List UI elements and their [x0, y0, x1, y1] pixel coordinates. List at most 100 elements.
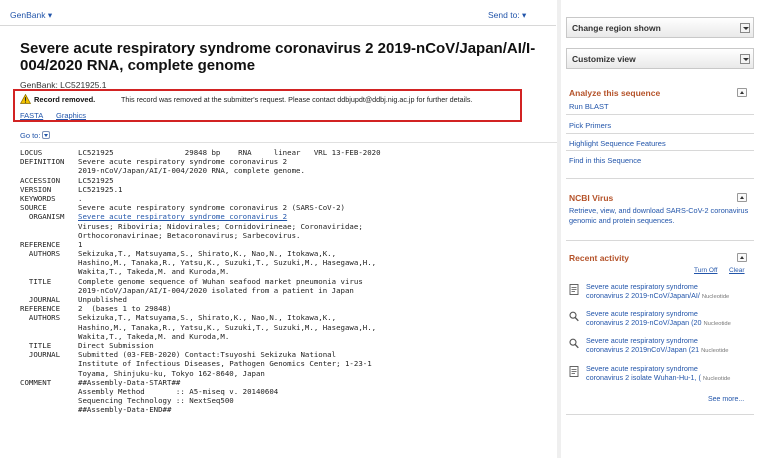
collapse-icon[interactable]: [737, 193, 747, 202]
genbank-line: Hashino,M., Tanaka,R., Yatsu,K., Suzuki,…: [20, 258, 560, 267]
genbank-line: TITLE Complete genome sequence of Wuhan s…: [20, 277, 560, 286]
genbank-field-value: 2019-nCoV/Japan/AI/I-004/2020 RNA, compl…: [78, 166, 305, 176]
alert-message: This record was removed at the submitter…: [121, 95, 473, 104]
genbank-line: REFERENCE 2 (bases 1 to 29848): [20, 304, 560, 313]
recent-activity-item[interactable]: Severe acute respiratory syndrome corona…: [566, 364, 754, 388]
chevron-down-icon: [42, 131, 51, 139]
genbank-field-key: VERSION: [20, 184, 52, 194]
genbank-field-value: Toyama, Shinjuku-ku, Tokyo 162-8640, Jap…: [78, 368, 265, 378]
genbank-line: Hashino,M., Tanaka,R., Yatsu,K., Suzuki,…: [20, 323, 560, 332]
chevron-down-icon: ▾: [522, 10, 527, 20]
genbank-field-key: AUTHORS: [20, 313, 61, 323]
recent-item-line1: Severe acute respiratory syndrome: [586, 336, 698, 345]
genbank-line[interactable]: ORGANISM Severe acute respiratory syndrom…: [20, 212, 560, 221]
recent-item-line1: Severe acute respiratory syndrome: [586, 282, 698, 291]
collapse-icon[interactable]: [737, 88, 747, 97]
divider: [566, 240, 754, 241]
find-in-sequence-link[interactable]: Find in this Sequence: [569, 156, 641, 165]
search-icon: [569, 338, 579, 349]
search-icon: [569, 311, 579, 322]
genbank-field-value: LC521925: [78, 175, 114, 185]
genbank-line: REFERENCE 1: [20, 240, 560, 249]
genbank-line: Orthocoronavirinae; Betacoronavirus; Sar…: [20, 231, 560, 240]
genbank-field-key: ACCESSION: [20, 175, 61, 185]
genbank-line: TITLE Direct Submission: [20, 341, 560, 350]
clear-link[interactable]: Clear: [729, 267, 745, 274]
genbank-field-key: JOURNAL: [20, 295, 61, 304]
genbank-field-key: TITLE: [20, 340, 52, 350]
genbank-field-key: KEYWORDS: [20, 193, 56, 203]
genbank-field-value: Assembly Method :: A5-miseq v. 20140604: [78, 386, 279, 396]
genbank-line: ACCESSION LC521925: [20, 176, 560, 185]
goto-label: Go to:: [20, 131, 41, 140]
genbank-line: Institute of Infectious Diseases, Pathog…: [20, 359, 560, 368]
recent-item-line1: Severe acute respiratory syndrome: [586, 309, 698, 318]
genbank-field-value: ##Assembly-Data-START##: [78, 377, 181, 387]
divider: [566, 150, 754, 151]
genbank-line: 2019-nCoV/Japan/AI/I-004/2020 isolated f…: [20, 286, 560, 295]
fasta-link[interactable]: FASTA: [20, 111, 43, 120]
genbank-field-value: Sekizuka,T., Matsuyama,S., Shirato,K., N…: [78, 313, 337, 323]
document-icon: [569, 284, 579, 295]
genbank-line: KEYWORDS.: [20, 194, 560, 203]
collapse-icon[interactable]: [737, 253, 747, 262]
change-region-dropdown[interactable]: Change region shown: [566, 17, 754, 38]
genbank-line: AUTHORS Sekizuka,T., Matsuyama,S., Shirat…: [20, 249, 560, 258]
divider: [566, 178, 754, 179]
ncbi-virus-link[interactable]: Retrieve, view, and download SARS-CoV-2 …: [569, 206, 755, 226]
genbank-line: Wakita,T., Takeda,M. and Kuroda,M.: [20, 332, 560, 341]
graphics-link[interactable]: Graphics: [56, 111, 86, 120]
genbank-field-value: LC521925 29848 bp RNA linear VRL 13-FEB-…: [78, 148, 381, 157]
divider: [566, 414, 754, 415]
genbank-line: SOURCE Severe acute respiratory syndrome …: [20, 203, 560, 212]
send-to-label: Send to:: [488, 10, 520, 20]
genbank-field-key: COMMENT: [20, 377, 52, 387]
recent-activity-item[interactable]: Severe acute respiratory syndrome corona…: [566, 282, 754, 306]
database-menu[interactable]: GenBank ▾: [10, 10, 52, 21]
pick-primers-link[interactable]: Pick Primers: [569, 121, 611, 130]
genbank-field-value: Sekizuka,T., Matsuyama,S., Shirato,K., N…: [78, 249, 337, 259]
genbank-line: 2019-nCoV/Japan/AI/I-004/2020 RNA, compl…: [20, 166, 560, 175]
recent-activity-item[interactable]: Severe acute respiratory syndrome corona…: [566, 336, 754, 360]
warning-icon: [20, 94, 31, 104]
goto-menu[interactable]: Go to:: [20, 131, 51, 140]
genbank-line: JOURNAL Unpublished: [20, 295, 560, 304]
ncbi-virus-heading: NCBI Virus: [569, 193, 614, 203]
recent-item-line2: coronavirus 2 isolate Wuhan-Hu-1, ( Nucl…: [586, 373, 731, 382]
genbank-field-key: JOURNAL: [20, 350, 61, 360]
genbank-field-value: Complete genome sequence of Wuhan seafoo…: [78, 276, 363, 286]
run-blast-link[interactable]: Run BLAST: [569, 102, 609, 111]
change-region-label: Change region shown: [572, 23, 661, 33]
organism-link[interactable]: Severe acute respiratory syndrome corona…: [78, 212, 287, 221]
recent-item-line2: coronavirus 2 2019-nCoV/Japan/AI/ Nucleo…: [586, 291, 730, 300]
divider: [566, 114, 754, 115]
recent-activity-heading: Recent activity: [569, 253, 629, 263]
genbank-line: Viruses; Riboviria; Nidovirales; Cornido…: [20, 222, 560, 231]
genbank-field-key: LOCUS: [20, 148, 43, 157]
customize-view-dropdown[interactable]: Customize view: [566, 48, 754, 69]
genbank-field-key: REFERENCE: [20, 304, 61, 314]
genbank-record: LOCUS LC521925 29848 bp RNA linear VRL 13…: [20, 148, 560, 414]
genbank-line: JOURNAL Submitted (03-FEB-2020) Contact:T…: [20, 350, 560, 359]
send-to-menu[interactable]: Send to: ▾: [488, 10, 526, 21]
genbank-line: AUTHORS Sekizuka,T., Matsuyama,S., Shirat…: [20, 313, 560, 322]
see-more-link[interactable]: See more...: [708, 396, 744, 403]
genbank-field-value: 1: [78, 239, 83, 249]
genbank-line: COMMENT ##Assembly-Data-START##: [20, 378, 560, 387]
genbank-line: DEFINITION Severe acute respiratory syndr…: [20, 157, 560, 166]
genbank-field-value: .: [78, 193, 83, 203]
scrollbar-track[interactable]: [557, 0, 561, 458]
genbank-field-value: LC521925.1: [78, 184, 123, 194]
genbank-field-key: ORGANISM: [20, 212, 65, 222]
turn-off-link[interactable]: Turn Off: [694, 267, 717, 274]
highlight-features-link[interactable]: Highlight Sequence Features: [569, 139, 666, 148]
genbank-field-value: Institute of Infectious Diseases, Pathog…: [78, 359, 372, 369]
genbank-field-value: 2 (bases 1 to 29848): [78, 304, 172, 314]
customize-view-label: Customize view: [572, 54, 636, 64]
genbank-line: LOCUS LC521925 29848 bp RNA linear VRL 13…: [20, 148, 560, 157]
recent-item-line2: coronavirus 2 2019nCoV/Japan (21 Nucleot…: [586, 345, 729, 354]
recent-activity-item[interactable]: Severe acute respiratory syndrome corona…: [566, 309, 754, 333]
recent-item-line2: coronavirus 2 2019-nCoV/Japan (20 Nucleo…: [586, 318, 731, 327]
genbank-line: Assembly Method :: A5-miseq v. 20140604: [20, 387, 560, 396]
genbank-field-key: REFERENCE: [20, 239, 61, 249]
